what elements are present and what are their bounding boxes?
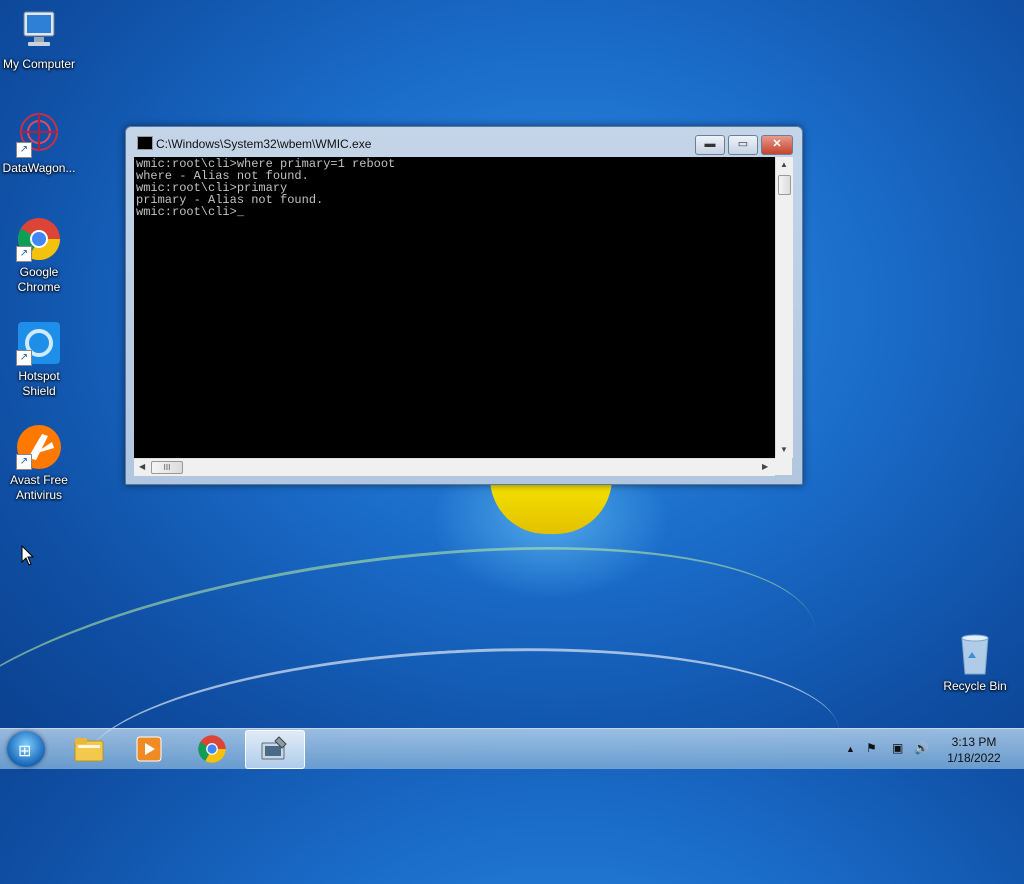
taskbar-wmic[interactable] <box>245 730 305 769</box>
desktop-icon-avast[interactable]: ↗ Avast Free Antivirus <box>0 424 78 503</box>
close-button[interactable]: ✕ <box>761 135 793 155</box>
desktop-icon-label: Avast Free Antivirus <box>10 473 68 502</box>
taskbar-file-explorer[interactable] <box>60 730 118 767</box>
console-output[interactable]: wmic:root\cli>where primary=1 reboot wher… <box>134 157 775 458</box>
desktop-icon-label: DataWagon... <box>2 161 76 175</box>
hotspot-shield-icon: ↗ <box>16 320 62 366</box>
datawagon-icon: ↗ <box>16 112 62 158</box>
console-app-icon <box>137 136 153 150</box>
desktop-icon-google-chrome[interactable]: ↗ Google Chrome <box>0 216 78 295</box>
desktop-icon-my-computer[interactable]: My Computer <box>0 8 78 72</box>
volume-icon[interactable]: 🔊 <box>914 741 929 755</box>
desktop-icon-label: My Computer <box>2 57 76 71</box>
avast-icon: ↗ <box>16 424 62 470</box>
clock-time: 3:13 PM <box>951 735 997 749</box>
scroll-right-icon[interactable]: ▶ <box>762 462 768 471</box>
recycle-bin-icon <box>952 630 998 676</box>
shortcut-arrow-icon: ↗ <box>16 350 32 366</box>
desktop-icon-recycle-bin[interactable]: Recycle Bin <box>936 630 1014 694</box>
network-icon[interactable]: ▣ <box>892 741 903 755</box>
shortcut-arrow-icon: ↗ <box>16 454 32 470</box>
maximize-button[interactable]: ▭ <box>728 135 758 155</box>
media-player-icon <box>136 736 162 762</box>
taskbar-clock[interactable]: 3:13 PM 1/18/2022 <box>940 734 1008 766</box>
desktop-icon-label: Google Chrome <box>17 265 61 294</box>
taskbar-media-player[interactable] <box>120 730 178 767</box>
size-grip[interactable] <box>775 458 792 475</box>
horizontal-scrollbar[interactable]: ◀ III ▶ <box>134 458 775 476</box>
windows-logo-icon: ⊞ <box>18 743 32 760</box>
show-hidden-icon[interactable]: ▲ <box>846 744 855 754</box>
vertical-scroll-thumb[interactable] <box>778 175 791 195</box>
action-center-icon[interactable]: ⚑ <box>866 741 877 755</box>
minimize-button[interactable]: ▬ <box>695 135 725 155</box>
computer-icon <box>16 8 62 54</box>
vertical-scrollbar[interactable]: ▲ ▼ <box>775 157 793 458</box>
start-button[interactable]: ⊞ <box>7 731 45 767</box>
chrome-icon: ↗ <box>16 216 62 262</box>
desktop-icon-hotspot-shield[interactable]: ↗ Hotspot Shield <box>0 320 78 399</box>
wmic-console-window[interactable]: C:\Windows\System32\wbem\WMIC.exe ▬ ▭ ✕ … <box>125 126 803 485</box>
desktop-icon-label: Hotspot Shield <box>18 369 60 398</box>
scroll-up-icon[interactable]: ▲ <box>780 160 788 169</box>
console-prompt-line: wmic:root\cli> <box>136 206 773 218</box>
desktop-icon-label: Recycle Bin <box>943 679 1007 693</box>
file-explorer-icon <box>74 738 104 762</box>
mouse-cursor-icon <box>21 545 35 566</box>
taskbar-chrome[interactable] <box>183 730 241 767</box>
window-title: C:\Windows\System32\wbem\WMIC.exe <box>156 137 372 151</box>
scroll-down-icon[interactable]: ▼ <box>780 445 788 454</box>
shortcut-arrow-icon: ↗ <box>16 142 32 158</box>
scroll-left-icon[interactable]: ◀ <box>139 462 145 471</box>
wmic-icon <box>261 736 287 760</box>
horizontal-scroll-thumb[interactable]: III <box>151 461 183 474</box>
chrome-icon <box>198 735 226 763</box>
shortcut-arrow-icon: ↗ <box>16 246 32 262</box>
clock-date: 1/18/2022 <box>947 751 1001 765</box>
desktop-icon-datawagon[interactable]: ↗ DataWagon... <box>0 112 78 176</box>
taskbar: ⊞ ▲ ⚑ ▣ 🔊 3:13 PM 1/18/2022 <box>0 728 1024 769</box>
